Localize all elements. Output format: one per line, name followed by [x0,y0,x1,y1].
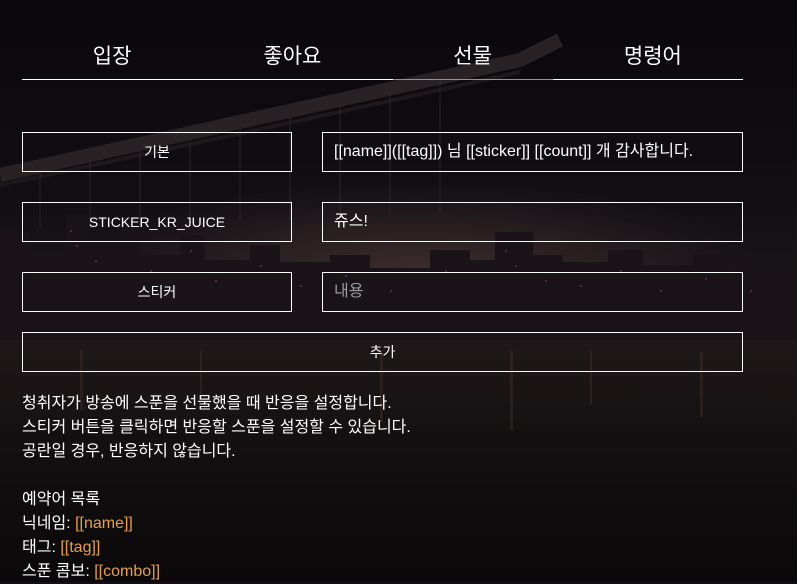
reserved-word-token: [[tag]] [60,539,101,556]
add-button[interactable]: 추가 [22,332,743,372]
tab-command[interactable]: 명령어 [563,36,743,79]
help-line: 공란일 경우, 반응하지 않습니다. [22,443,236,460]
sticker-select-button-default[interactable]: 기본 [22,132,292,172]
help-text: 청취자가 방송에 스푼을 선물했을 때 반응을 설정합니다. 스티커 버튼을 클… [22,392,411,584]
response-field-juice[interactable]: 쥬스! [322,202,743,242]
reserved-word-item: 스푼 콤보: [[combo]] [22,560,411,584]
reserved-words-title: 예약어 목록 [22,491,101,508]
sticker-select-button-new[interactable]: 스티커 [22,272,292,312]
reserved-word-item: 태그: [[tag]] [22,536,411,560]
help-line: 스티커 버튼을 클릭하면 반응할 스푼을 설정할 수 있습니다. [22,419,411,436]
response-field-default[interactable]: [[name]]([[tag]]) 님 [[sticker]] [[count]… [322,132,743,172]
reserved-word-token: [[name]] [75,515,133,532]
reserved-word-label: 태그: [22,539,61,556]
gift-settings-panel: 입장 좋아요 선물 명령어 기본 [[name]]([[tag]]) 님 [[s… [0,0,797,582]
reserved-word-label: 스푼 콤보: [22,563,95,580]
reserved-word-label: 닉네임: [22,515,76,532]
tab-gift[interactable]: 선물 [383,36,563,80]
sticker-select-button-juice[interactable]: STICKER_KR_JUICE [22,202,292,242]
tab-like[interactable]: 좋아요 [202,36,382,79]
help-line: 청취자가 방송에 스푼을 선물했을 때 반응을 설정합니다. [22,395,392,412]
tab-enter[interactable]: 입장 [22,36,202,79]
response-input-new[interactable] [322,272,743,312]
tab-bar: 입장 좋아요 선물 명령어 [22,36,743,80]
reserved-word-token: [[combo]] [94,563,161,580]
reserved-word-item: 닉네임: [[name]] [22,512,411,536]
